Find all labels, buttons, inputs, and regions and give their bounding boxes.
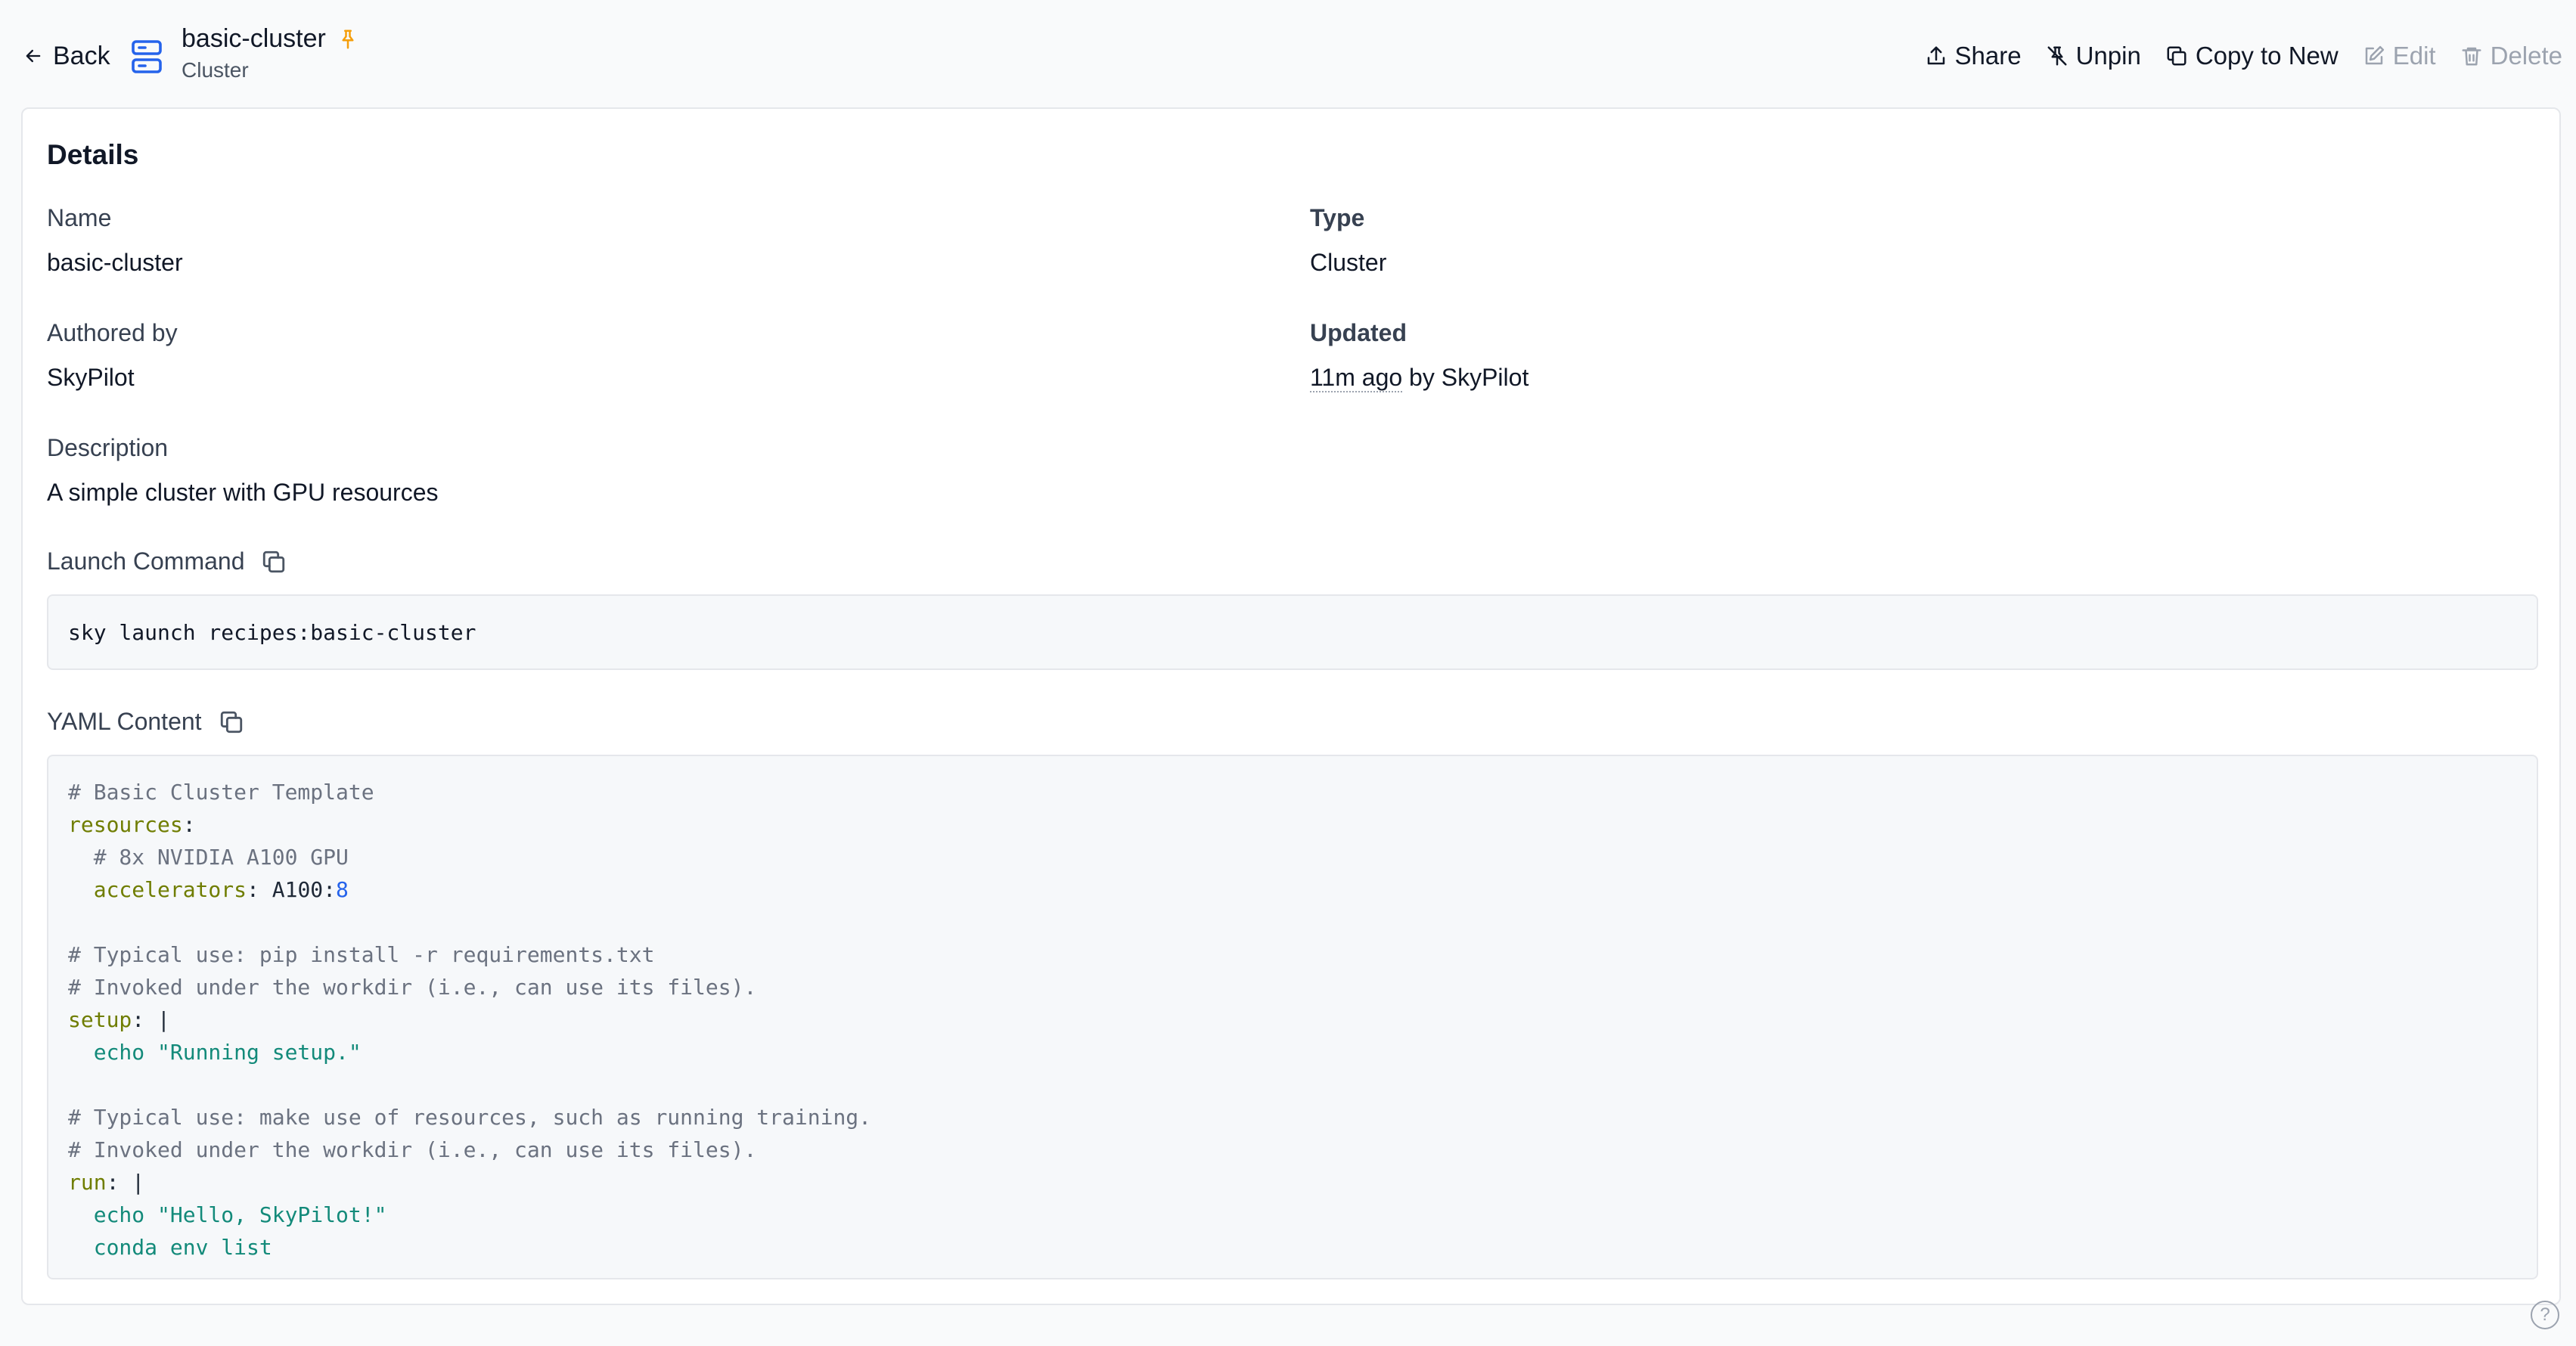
type-label: Type: [1310, 204, 1365, 231]
authored-value: SkyPilot: [47, 364, 135, 391]
edit-label: Edit: [2392, 42, 2436, 70]
yaml-content-label: YAML Content: [47, 708, 202, 735]
page-subtitle: Cluster: [182, 58, 249, 82]
share-icon: [1927, 46, 1944, 65]
yaml-token: : |: [132, 1007, 170, 1032]
unpin-label: Unpin: [2075, 42, 2141, 70]
trash-icon: [2462, 47, 2481, 66]
share-button[interactable]: Share: [1925, 42, 2022, 70]
yaml-token: run: [68, 1170, 107, 1195]
delete-label: Delete: [2490, 42, 2562, 70]
updated-value: 11m ago by SkyPilot: [1310, 364, 1529, 392]
arrow-left-icon: [26, 49, 41, 63]
edit-button[interactable]: Edit: [2363, 42, 2436, 70]
help-button[interactable]: ?: [2531, 1301, 2559, 1329]
description-field: Description A simple cluster with GPU re…: [47, 434, 439, 507]
yaml-line: echo "Running setup.": [68, 1036, 2517, 1068]
yaml-token: 8: [336, 877, 349, 902]
yaml-line: [68, 1068, 2517, 1101]
back-button[interactable]: Back: [23, 38, 110, 74]
yaml-line: [68, 906, 2517, 938]
launch-command-box: sky launch recipes:basic-cluster: [47, 594, 2538, 670]
name-value: basic-cluster: [47, 249, 183, 276]
yaml-token: resources: [68, 812, 183, 837]
help-label: ?: [2540, 1304, 2550, 1325]
authored-label: Authored by: [47, 319, 178, 346]
yaml-line: # Typical use: make use of resources, su…: [68, 1101, 2517, 1134]
yaml-content-header: YAML Content: [47, 708, 244, 736]
yaml-line: setup: |: [68, 1003, 2517, 1036]
yaml-token: conda env list: [68, 1235, 272, 1260]
yaml-line: # Basic Cluster Template: [68, 776, 2517, 808]
name-field: Name basic-cluster: [47, 204, 183, 277]
yaml-line: resources:: [68, 808, 2517, 841]
title-block: basic-cluster Cluster: [182, 24, 359, 82]
description-label: Description: [47, 434, 169, 461]
yaml-line: accelerators: A100:8: [68, 873, 2517, 906]
delete-button[interactable]: Delete: [2460, 42, 2562, 70]
launch-command-label: Launch Command: [47, 547, 245, 575]
type-value: Cluster: [1310, 249, 1387, 276]
yaml-token: # 8x NVIDIA A100 GPU: [68, 845, 349, 870]
yaml-line: # Typical use: pip install -r requiremen…: [68, 938, 2517, 971]
yaml-token: # Basic Cluster Template: [68, 780, 374, 805]
yaml-code-block: # Basic Cluster Template resources: # 8x …: [47, 755, 2538, 1279]
copy-command-icon[interactable]: [261, 549, 287, 575]
yaml-token: # Typical use: make use of resources, su…: [68, 1105, 872, 1130]
unpin-button[interactable]: Unpin: [2046, 42, 2141, 70]
description-value: A simple cluster with GPU resources: [47, 479, 439, 506]
yaml-line: echo "Hello, SkyPilot!": [68, 1199, 2517, 1231]
yaml-token: # Invoked under the workdir (i.e., can u…: [68, 975, 757, 1000]
copy-to-new-button[interactable]: Copy to New: [2165, 42, 2339, 70]
top-bar: Back basic-cluster Cluster Share Unpin C…: [0, 0, 2576, 106]
updated-by: by SkyPilot: [1402, 364, 1529, 391]
details-card: Details Name basic-cluster Type Cluster …: [21, 107, 2561, 1305]
launch-command-header: Launch Command: [47, 547, 287, 575]
updated-field: Updated 11m ago by SkyPilot: [1310, 319, 1529, 392]
page-title: basic-cluster: [182, 24, 326, 53]
yaml-token: # Typical use: pip install -r requiremen…: [68, 942, 655, 967]
type-field: Type Cluster: [1310, 204, 1386, 277]
launch-command-text: sky launch recipes:basic-cluster: [68, 620, 476, 645]
yaml-token: : |: [106, 1170, 145, 1195]
updated-label: Updated: [1310, 319, 1407, 346]
copy-to-new-label: Copy to New: [2195, 42, 2339, 70]
server-stack-icon: [132, 40, 162, 73]
yaml-token: : A100:: [247, 877, 337, 902]
details-heading: Details: [47, 139, 139, 170]
back-label: Back: [53, 41, 110, 70]
yaml-line: # Invoked under the workdir (i.e., can u…: [68, 1134, 2517, 1166]
yaml-token: setup: [68, 1007, 132, 1032]
authored-field: Authored by SkyPilot: [47, 319, 178, 392]
share-label: Share: [1954, 42, 2022, 70]
yaml-line: run: |: [68, 1166, 2517, 1199]
yaml-token: echo "Running setup.": [68, 1040, 362, 1065]
copy-icon: [2167, 46, 2186, 66]
unpin-icon: [2047, 46, 2067, 66]
copy-yaml-icon[interactable]: [219, 709, 244, 735]
yaml-token: accelerators: [68, 877, 247, 902]
yaml-line: # Invoked under the workdir (i.e., can u…: [68, 971, 2517, 1003]
pin-icon: [342, 29, 354, 48]
action-toolbar: Share Unpin Copy to New Edit Delete: [1925, 36, 2562, 76]
yaml-token: # Invoked under the workdir (i.e., can u…: [68, 1137, 757, 1162]
yaml-line: conda env list: [68, 1231, 2517, 1264]
yaml-token: :: [182, 812, 196, 837]
yaml-line: # 8x NVIDIA A100 GPU: [68, 841, 2517, 873]
edit-icon: [2365, 45, 2384, 65]
updated-time[interactable]: 11m ago: [1310, 364, 1403, 392]
yaml-token: echo "Hello, SkyPilot!": [68, 1202, 387, 1227]
name-label: Name: [47, 204, 112, 231]
